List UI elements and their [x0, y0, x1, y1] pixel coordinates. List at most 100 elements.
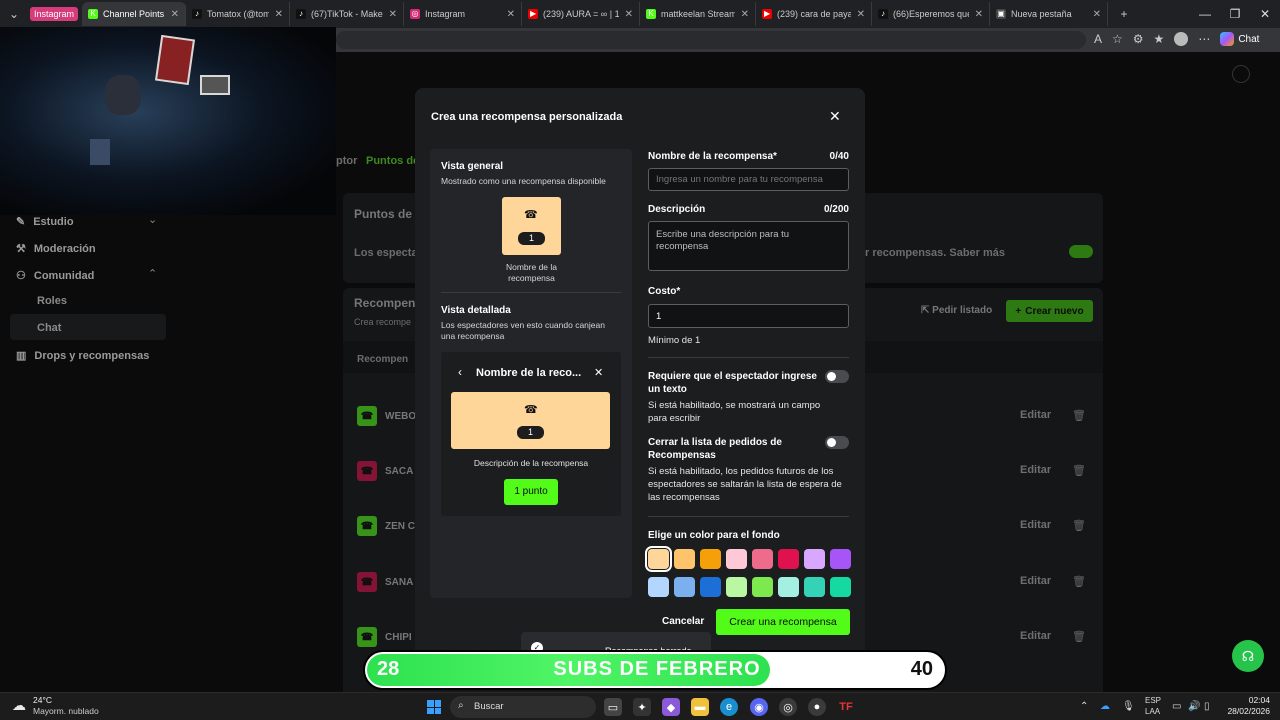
- color-swatch[interactable]: [700, 549, 721, 569]
- color-swatch[interactable]: [752, 577, 773, 597]
- tab-close-icon[interactable]: ✕: [269, 9, 283, 20]
- task-view-icon[interactable]: ▭: [604, 698, 622, 716]
- sidebar-item-community[interactable]: ⚇ Comunidad: [16, 269, 94, 283]
- browser-tab[interactable]: ♪ (66)Esperemos que se✕: [872, 2, 991, 26]
- edit-reward-button[interactable]: Editar: [1020, 575, 1051, 587]
- favorite-star-icon[interactable]: ☆: [1112, 32, 1123, 46]
- require-text-toggle[interactable]: [825, 370, 849, 383]
- color-swatch[interactable]: [804, 577, 825, 597]
- color-swatch[interactable]: [648, 577, 669, 597]
- close-queue-toggle[interactable]: [825, 436, 849, 449]
- color-swatch[interactable]: [752, 549, 773, 569]
- browser-tab[interactable]: ♪ Tomatox (@tomat...✕: [186, 2, 291, 26]
- points-desc-right[interactable]: r recompensas. Saber más: [865, 247, 1005, 259]
- weather-temp[interactable]: 24°C: [33, 695, 52, 705]
- color-swatch[interactable]: [830, 549, 851, 569]
- create-reward-button[interactable]: Crear una recompensa: [716, 609, 850, 635]
- read-aloud-icon[interactable]: A: [1094, 32, 1102, 46]
- chevron-up-icon[interactable]: ⌃: [148, 267, 157, 280]
- color-swatch[interactable]: [674, 549, 695, 569]
- trash-icon[interactable]: 🗑: [1072, 630, 1086, 643]
- color-swatch[interactable]: [778, 549, 799, 569]
- trash-icon[interactable]: 🗑: [1072, 519, 1086, 532]
- tab-close-icon[interactable]: ✕: [383, 9, 397, 20]
- tab-close-icon[interactable]: ✕: [501, 9, 515, 20]
- edit-reward-button[interactable]: Editar: [1020, 630, 1051, 642]
- color-swatch[interactable]: [645, 546, 672, 572]
- color-swatch[interactable]: [778, 577, 799, 597]
- tab-points-partial[interactable]: Puntos de: [366, 155, 419, 167]
- sidebar-item-studio[interactable]: ✎ Estudio: [16, 215, 74, 229]
- sidebar-item-moderation[interactable]: ⚒ Moderación: [16, 242, 96, 256]
- color-swatch[interactable]: [726, 577, 747, 597]
- edit-reward-button[interactable]: Editar: [1020, 409, 1051, 421]
- browser-tab[interactable]: K Channel Points - Kick D✕: [82, 2, 187, 26]
- edit-reward-button[interactable]: Editar: [1020, 519, 1051, 531]
- file-explorer-icon[interactable]: ▬: [691, 698, 709, 716]
- tab-partial-left[interactable]: ptor: [336, 155, 357, 167]
- new-tab-button[interactable]: +: [1112, 3, 1136, 25]
- close-window-icon[interactable]: ✕: [1250, 7, 1280, 21]
- minimize-icon[interactable]: —: [1190, 7, 1220, 21]
- tab-group-chip[interactable]: Instagram: [30, 7, 79, 21]
- restore-icon[interactable]: ❐: [1220, 7, 1250, 21]
- clock-date[interactable]: 28/02/2026: [1220, 706, 1270, 716]
- cancel-button[interactable]: Cancelar: [662, 616, 704, 627]
- trash-icon[interactable]: 🗑: [1072, 464, 1086, 477]
- cost-input[interactable]: 1: [648, 304, 849, 328]
- user-avatar[interactable]: [1232, 65, 1250, 83]
- support-chat-button[interactable]: ☊: [1232, 640, 1264, 672]
- clock-time[interactable]: 02:04: [1226, 695, 1270, 705]
- app-icon[interactable]: ◎: [779, 698, 797, 716]
- tab-close-icon[interactable]: ✕: [1087, 9, 1101, 20]
- profile-avatar[interactable]: [1174, 32, 1189, 46]
- language-top[interactable]: ESP: [1145, 696, 1161, 705]
- color-swatch[interactable]: [700, 577, 721, 597]
- copilot-app-icon[interactable]: ✦: [633, 698, 651, 716]
- address-field[interactable]: [336, 31, 1086, 49]
- battery-icon[interactable]: ▯: [1204, 701, 1210, 712]
- color-swatch[interactable]: [804, 549, 825, 569]
- windows-start-icon[interactable]: [425, 698, 443, 716]
- request-list-button[interactable]: ⇱ Pedir listado: [921, 305, 992, 316]
- create-new-button[interactable]: + Crear nuevo: [1006, 300, 1093, 322]
- description-textarea[interactable]: Escribe una descripción para tu recompen…: [648, 221, 849, 271]
- tray-chevron-icon[interactable]: ⌃: [1080, 701, 1088, 712]
- edge-browser-icon[interactable]: e: [720, 698, 738, 716]
- tab-close-icon[interactable]: ✕: [165, 9, 179, 20]
- tab-close-icon[interactable]: ✕: [969, 9, 983, 20]
- browser-tab[interactable]: Kmattkeelan Stream - V✕: [640, 2, 757, 26]
- redeem-points-button[interactable]: 1 punto: [504, 479, 558, 505]
- trash-icon[interactable]: 🗑: [1072, 575, 1086, 588]
- tf-app-icon[interactable]: TF: [837, 698, 855, 716]
- browser-tab[interactable]: ▶ (239) AURA = ∞ | 1 Y✕: [522, 2, 641, 26]
- obs-icon[interactable]: ●: [808, 698, 826, 716]
- volume-icon[interactable]: 🔊: [1188, 701, 1200, 712]
- trash-icon[interactable]: 🗑: [1072, 409, 1086, 422]
- copilot-chat-button[interactable]: Chat: [1220, 32, 1259, 46]
- detail-close-icon[interactable]: ✕: [594, 366, 603, 379]
- edit-reward-button[interactable]: Editar: [1020, 464, 1051, 476]
- points-toggle[interactable]: [1069, 245, 1093, 258]
- onedrive-icon[interactable]: ☁: [1100, 701, 1110, 712]
- browser-tab[interactable]: ◎ Instagram ✕: [404, 2, 523, 26]
- close-icon[interactable]: ✕: [829, 108, 841, 125]
- discord-icon[interactable]: ◉: [750, 698, 768, 716]
- language-bottom[interactable]: LAA: [1145, 707, 1160, 716]
- reward-name-input[interactable]: [648, 168, 849, 191]
- browser-tab[interactable]: ▶ (239) cara de payaso✕: [756, 2, 873, 26]
- widget-app-icon[interactable]: ◆: [662, 698, 680, 716]
- chevron-left-icon[interactable]: ‹: [458, 365, 462, 379]
- network-icon[interactable]: ▭: [1172, 701, 1181, 712]
- color-swatch[interactable]: [830, 577, 851, 597]
- sidebar-item-drops[interactable]: ▥ Drops y recompensas: [16, 349, 149, 363]
- tab-close-icon[interactable]: ✕: [735, 9, 749, 20]
- browser-tab[interactable]: ♪ (67)TikTok - Make You✕: [290, 2, 405, 26]
- color-swatch[interactable]: [674, 577, 695, 597]
- weather-desc[interactable]: Mayorm. nublado: [33, 706, 99, 716]
- more-menu-icon[interactable]: ⋯: [1198, 32, 1210, 46]
- mic-icon[interactable]: 🎙: [1122, 701, 1135, 712]
- sidebar-item-roles[interactable]: Roles: [37, 295, 67, 307]
- sidebar-item-chat[interactable]: Chat: [37, 322, 61, 334]
- extensions-icon[interactable]: ⚙: [1133, 32, 1144, 46]
